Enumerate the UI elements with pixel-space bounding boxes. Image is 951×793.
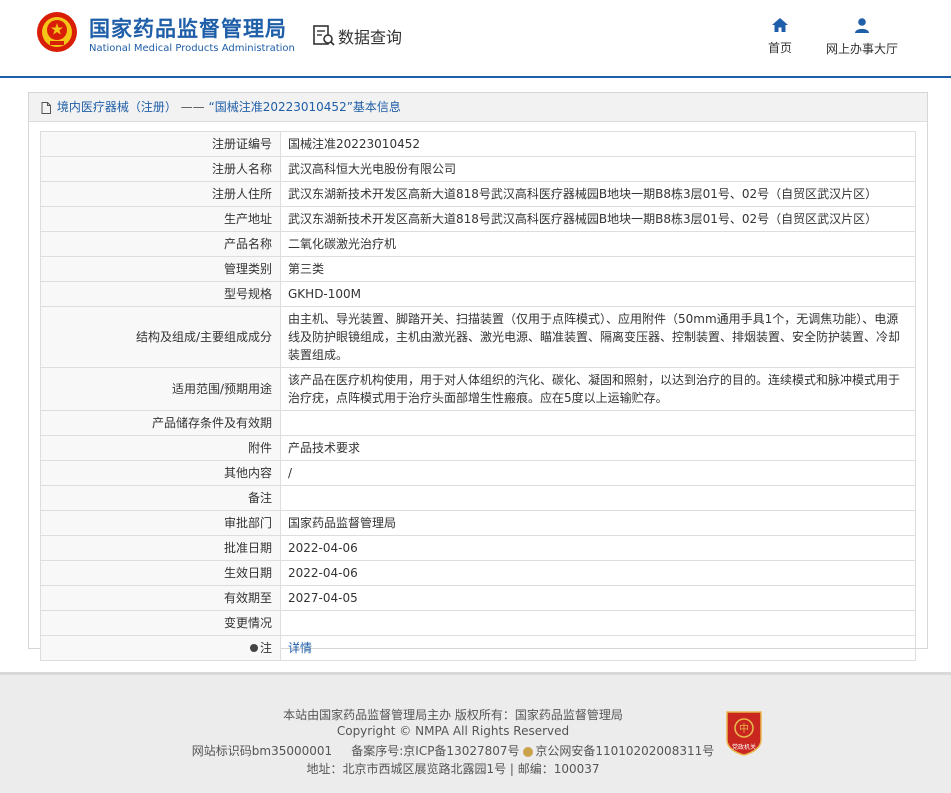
badge-text: 党政机关	[732, 743, 756, 751]
user-icon	[855, 18, 869, 33]
field-label: 产品储存条件及有效期	[40, 410, 281, 436]
field-value: 武汉东湖新技术开发区高新大道818号武汉高科医疗器械园B地块一期B8栋3层01号…	[280, 181, 916, 207]
field-value: 武汉高科恒大光电股份有限公司	[280, 156, 916, 182]
nav-home-label: 首页	[767, 41, 792, 55]
field-label: 注册人住所	[40, 181, 281, 207]
data-query-icon[interactable]	[312, 24, 336, 48]
footer-sponsor: 本站由国家药品监督管理局主办 版权所有：国家药品监督管理局	[283, 708, 623, 722]
field-label: 型号规格	[40, 281, 281, 307]
field-value: 武汉东湖新技术开发区高新大道818号武汉高科医疗器械园B地块一期B8栋3层01号…	[280, 206, 916, 232]
table-row: 审批部门 国家药品监督管理局	[40, 510, 916, 536]
footer-site-id: 网站标识码bm35000001	[191, 744, 333, 758]
field-value: 该产品在医疗机构使用，用于对人体组织的汽化、碳化、凝固和照射，以达到治疗的目的。…	[280, 367, 916, 411]
nav-online-office[interactable]: 网上办事大厅	[822, 18, 902, 57]
breadcrumb: 境内医疗器械（注册） —— “国械注准20223010452”基本信息	[29, 93, 927, 122]
field-value: 2027-04-05	[280, 585, 916, 611]
svg-text:中: 中	[739, 722, 749, 735]
table-row: 有效期至 2027-04-05	[40, 585, 916, 611]
note-value-cell: 详情	[280, 635, 916, 661]
table-row: 注册人名称 武汉高科恒大光电股份有限公司	[40, 156, 916, 182]
field-label: 其他内容	[40, 460, 281, 486]
nav-home[interactable]: 首页	[763, 18, 797, 56]
field-label: 注册证编号	[40, 131, 281, 157]
table-row-note: 注 详情	[40, 635, 916, 661]
field-value: GKHD-100M	[280, 281, 916, 307]
table-row: 批准日期 2022-04-06	[40, 535, 916, 561]
document-icon	[41, 101, 51, 114]
note-label: 注	[259, 641, 272, 655]
field-value: 由主机、导光装置、脚踏开关、扫描装置（仅用于点阵模式）、应用附件（50mm通用手…	[280, 306, 916, 368]
field-value: 二氧化碳激光治疗机	[280, 231, 916, 257]
table-row: 适用范围/预期用途 该产品在医疗机构使用，用于对人体组织的汽化、碳化、凝固和照射…	[40, 367, 916, 411]
registration-info-table: 注册证编号 国械注准20223010452 注册人名称 武汉高科恒大光电股份有限…	[40, 131, 916, 661]
field-label: 审批部门	[40, 510, 281, 536]
police-badge-icon	[523, 746, 534, 757]
field-value: 第三类	[280, 256, 916, 282]
footer-police-link[interactable]: 京公网安备11010202008311号	[535, 744, 714, 758]
header-divider	[0, 76, 951, 78]
field-value: 国家药品监督管理局	[280, 510, 916, 536]
field-label: 生效日期	[40, 560, 281, 586]
government-site-badge-icon[interactable]: 中 党政机关	[724, 710, 764, 756]
site-logo-title[interactable]: 国家药品监督管理局	[89, 13, 287, 43]
field-label: 产品名称	[40, 231, 281, 257]
table-row: 产品储存条件及有效期	[40, 410, 916, 436]
field-label: 适用范围/预期用途	[40, 367, 281, 411]
note-label-cell: 注	[40, 635, 281, 661]
table-row: 生产地址 武汉东湖新技术开发区高新大道818号武汉高科医疗器械园B地块一期B8栋…	[40, 206, 916, 232]
site-header: 国家药品监督管理局 National Medical Products Admi…	[0, 0, 951, 76]
field-label: 有效期至	[40, 585, 281, 611]
table-row: 结构及组成/主要组成成分 由主机、导光装置、脚踏开关、扫描装置（仅用于点阵模式）…	[40, 306, 916, 368]
table-row: 产品名称 二氧化碳激光治疗机	[40, 231, 916, 257]
footer-address: 地址：北京市西城区展览路北露园1号 | 邮编：100037	[306, 762, 600, 776]
field-value: 产品技术要求	[280, 435, 916, 461]
info-icon	[249, 643, 258, 652]
site-footer: 本站由国家药品监督管理局主办 版权所有：国家药品监督管理局 Copyright …	[0, 672, 951, 793]
table-row: 生效日期 2022-04-06	[40, 560, 916, 586]
table-row: 变更情况	[40, 610, 916, 636]
table-row: 注册人住所 武汉东湖新技术开发区高新大道818号武汉高科医疗器械园B地块一期B8…	[40, 181, 916, 207]
table-row: 附件 产品技术要求	[40, 435, 916, 461]
field-value	[280, 485, 916, 511]
details-link[interactable]: 详情	[288, 641, 312, 655]
field-value	[280, 410, 916, 436]
breadcrumb-title: “国械注准20223010452”基本信息	[208, 100, 401, 114]
field-label: 附件	[40, 435, 281, 461]
field-label: 注册人名称	[40, 156, 281, 182]
table-row: 其他内容 /	[40, 460, 916, 486]
footer-icp-link[interactable]: 备案序号:京ICP备13027807号	[351, 744, 519, 758]
field-label: 变更情况	[40, 610, 281, 636]
data-query-link[interactable]: 数据查询	[338, 24, 402, 48]
field-label: 管理类别	[40, 256, 281, 282]
table-row: 注册证编号 国械注准20223010452	[40, 131, 916, 157]
breadcrumb-separator: ——	[180, 100, 205, 114]
detail-panel: 境内医疗器械（注册） —— “国械注准20223010452”基本信息 注册证编…	[28, 92, 928, 661]
field-value: 国械注准20223010452	[280, 131, 916, 157]
home-icon	[772, 18, 788, 32]
field-value: /	[280, 460, 916, 486]
field-value	[280, 610, 916, 636]
breadcrumb-category-link[interactable]: 境内医疗器械（注册）	[57, 100, 177, 114]
field-label: 结构及组成/主要组成成分	[40, 306, 281, 368]
footer-registration: 网站标识码bm35000001 备案序号:京ICP备13027807号 京公网安…	[0, 742, 906, 759]
field-value: 2022-04-06	[280, 560, 916, 586]
table-row: 备注	[40, 485, 916, 511]
field-label: 备注	[40, 485, 281, 511]
field-value: 2022-04-06	[280, 535, 916, 561]
site-logo-subtitle[interactable]: National Medical Products Administration	[89, 43, 295, 54]
table-row: 管理类别 第三类	[40, 256, 916, 282]
footer-copyright: Copyright © NMPA All Rights Reserved	[336, 724, 570, 738]
table-row: 型号规格 GKHD-100M	[40, 281, 916, 307]
field-label: 批准日期	[40, 535, 281, 561]
national-emblem-icon	[37, 12, 77, 52]
nav-online-office-label: 网上办事大厅	[825, 42, 898, 56]
field-label: 生产地址	[40, 206, 281, 232]
